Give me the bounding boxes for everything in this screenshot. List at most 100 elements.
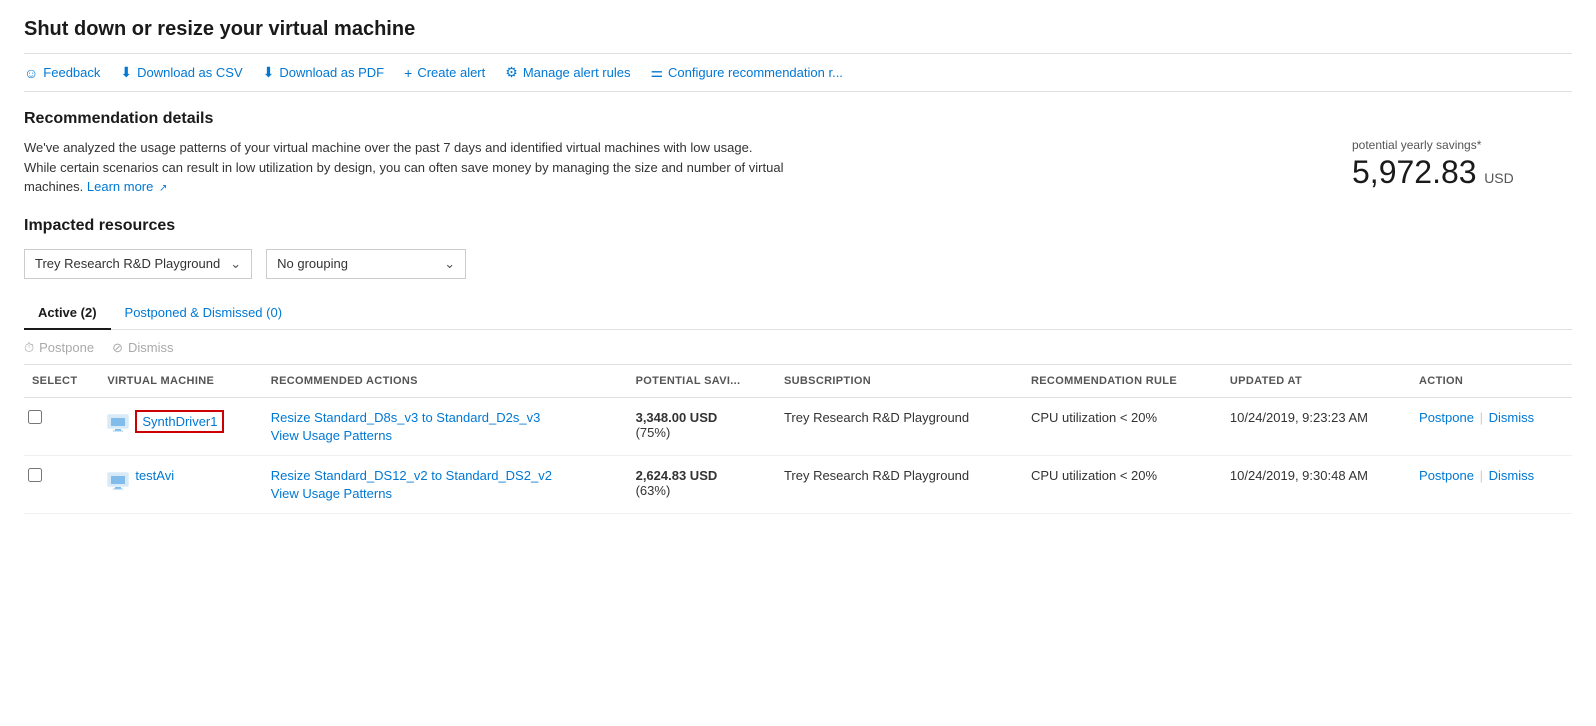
row1-rec-rule-cell: CPU utilization < 20%: [1023, 397, 1222, 455]
row1-savings-amount: 3,348.00 USD: [636, 410, 718, 425]
download-csv-button[interactable]: ⬇ Download as CSV: [120, 64, 242, 81]
row2-savings-pct: (63%): [636, 483, 671, 498]
row1-subscription-cell: Trey Research R&D Playground: [776, 397, 1023, 455]
col-updated: UPDATED AT: [1222, 365, 1411, 398]
postpone-icon: ⏱: [24, 340, 34, 356]
dismiss-action-button: ⊘ Dismiss: [112, 340, 173, 356]
download-pdf-button[interactable]: ⬇ Download as PDF: [263, 64, 385, 81]
row2-postpone-link[interactable]: Postpone: [1419, 468, 1474, 483]
row2-savings-amount: 2,624.83 USD: [636, 468, 718, 483]
row2-action-cell: Postpone | Dismiss: [1411, 455, 1572, 513]
postpone-label: Postpone: [39, 340, 94, 355]
col-actions: RECOMMENDED ACTIONS: [263, 365, 628, 398]
row2-savings-cell: 2,624.83 USD (63%): [628, 455, 776, 513]
row2-dismiss-link[interactable]: Dismiss: [1489, 468, 1535, 483]
row2-vm-name-link[interactable]: testAvi: [135, 468, 174, 483]
row1-actions-cell: Resize Standard_D8s_v3 to Standard_D2s_v…: [263, 397, 628, 455]
dismiss-label: Dismiss: [128, 340, 174, 355]
download-pdf-label: Download as PDF: [279, 65, 384, 80]
postpone-action-button: ⏱ Postpone: [24, 340, 94, 356]
row2-checkbox[interactable]: [28, 468, 42, 482]
table-body: SynthDriver1 Resize Standard_D8s_v3 to S…: [24, 397, 1572, 513]
savings-currency: USD: [1484, 170, 1514, 186]
manage-alert-rules-button[interactable]: ⚙ Manage alert rules: [505, 64, 630, 81]
create-alert-icon: +: [404, 65, 412, 81]
learn-more-link[interactable]: Learn more ↗: [87, 179, 168, 194]
row1-vm-name-box: SynthDriver1: [135, 410, 224, 433]
table-header: SELECT VIRTUAL MACHINE RECOMMENDED ACTIO…: [24, 365, 1572, 398]
col-subscription: SUBSCRIPTION: [776, 365, 1023, 398]
grouping-dropdown-value: No grouping: [277, 256, 348, 271]
row1-vm-cell: SynthDriver1: [99, 397, 262, 455]
resources-table: SELECT VIRTUAL MACHINE RECOMMENDED ACTIO…: [24, 365, 1572, 514]
create-alert-label: Create alert: [417, 65, 485, 80]
subscription-dropdown[interactable]: Trey Research R&D Playground ⌄: [24, 249, 252, 279]
download-csv-icon: ⬇: [120, 64, 132, 81]
savings-amount: 5,972.83: [1352, 154, 1477, 190]
filters-row: Trey Research R&D Playground ⌄ No groupi…: [24, 249, 1572, 279]
grouping-dropdown-arrow: ⌄: [444, 256, 455, 272]
subscription-dropdown-value: Trey Research R&D Playground: [35, 256, 220, 271]
dismiss-icon: ⊘: [112, 340, 123, 356]
row2-subscription: Trey Research R&D Playground: [784, 468, 969, 483]
page-title: Shut down or resize your virtual machine: [24, 18, 1572, 41]
row1-action-divider: |: [1480, 410, 1487, 425]
table-row: testAvi Resize Standard_DS12_v2 to Stand…: [24, 455, 1572, 513]
feedback-label: Feedback: [43, 65, 100, 80]
col-savings: POTENTIAL SAVI...: [628, 365, 776, 398]
row2-actions-cell: Resize Standard_DS12_v2 to Standard_DS2_…: [263, 455, 628, 513]
manage-alert-icon: ⚙: [505, 64, 518, 81]
row2-vm-cell: testAvi: [99, 455, 262, 513]
row2-subscription-cell: Trey Research R&D Playground: [776, 455, 1023, 513]
savings-amount-row: 5,972.83 USD: [1352, 154, 1572, 191]
row1-subscription: Trey Research R&D Playground: [784, 410, 969, 425]
row2-rec-rule: CPU utilization < 20%: [1031, 468, 1157, 483]
row1-savings-pct: (75%): [636, 425, 671, 440]
row1-updated-at: 10/24/2019, 9:23:23 AM: [1230, 410, 1368, 425]
impacted-resources-title: Impacted resources: [24, 217, 1572, 235]
manage-alert-label: Manage alert rules: [523, 65, 631, 80]
create-alert-button[interactable]: + Create alert: [404, 65, 485, 81]
row2-action-divider: |: [1480, 468, 1487, 483]
tabs-row: Active (2) Postponed & Dismissed (0): [24, 297, 1572, 330]
vm-icon-row1: [107, 411, 129, 433]
external-link-icon: ↗: [159, 183, 167, 194]
row1-postpone-link[interactable]: Postpone: [1419, 410, 1474, 425]
recommendation-area: We've analyzed the usage patterns of you…: [24, 138, 1572, 197]
configure-rec-label: Configure recommendation r...: [668, 65, 843, 80]
configure-rec-button[interactable]: ⚌ Configure recommendation r...: [650, 64, 842, 81]
download-pdf-icon: ⬇: [263, 64, 275, 81]
download-csv-label: Download as CSV: [137, 65, 243, 80]
feedback-button[interactable]: ☺ Feedback: [24, 65, 100, 81]
col-vm: VIRTUAL MACHINE: [99, 365, 262, 398]
row2-checkbox-cell: [24, 455, 99, 513]
col-action: ACTION: [1411, 365, 1572, 398]
feedback-icon: ☺: [24, 65, 38, 81]
tab-active[interactable]: Active (2): [24, 297, 111, 330]
row1-usage-link[interactable]: View Usage Patterns: [271, 428, 620, 443]
col-select: SELECT: [24, 365, 99, 398]
row2-updated-at: 10/24/2019, 9:30:48 AM: [1230, 468, 1368, 483]
row1-resize-link[interactable]: Resize Standard_D8s_v3 to Standard_D2s_v…: [271, 410, 620, 425]
action-bar: ⏱ Postpone ⊘ Dismiss: [24, 330, 1572, 365]
recommendation-section-title: Recommendation details: [24, 110, 1572, 128]
row1-savings-cell: 3,348.00 USD (75%): [628, 397, 776, 455]
vm-icon-row2: [107, 469, 129, 491]
configure-rec-icon: ⚌: [650, 64, 663, 81]
recommendation-text: We've analyzed the usage patterns of you…: [24, 138, 784, 197]
row1-checkbox[interactable]: [28, 410, 42, 424]
row2-usage-link[interactable]: View Usage Patterns: [271, 486, 620, 501]
row1-updated-cell: 10/24/2019, 9:23:23 AM: [1222, 397, 1411, 455]
row1-checkbox-cell: [24, 397, 99, 455]
row1-dismiss-link[interactable]: Dismiss: [1489, 410, 1535, 425]
row2-resize-link[interactable]: Resize Standard_DS12_v2 to Standard_DS2_…: [271, 468, 620, 483]
row1-vm-name-link[interactable]: SynthDriver1: [142, 414, 217, 429]
row1-action-cell: Postpone | Dismiss: [1411, 397, 1572, 455]
table-row: SynthDriver1 Resize Standard_D8s_v3 to S…: [24, 397, 1572, 455]
tab-postponed[interactable]: Postponed & Dismissed (0): [111, 297, 297, 330]
col-rec-rule: RECOMMENDATION RULE: [1023, 365, 1222, 398]
savings-box: potential yearly savings* 5,972.83 USD: [1352, 138, 1572, 191]
grouping-dropdown[interactable]: No grouping ⌄: [266, 249, 466, 279]
row2-rec-rule-cell: CPU utilization < 20%: [1023, 455, 1222, 513]
subscription-dropdown-arrow: ⌄: [230, 256, 241, 272]
